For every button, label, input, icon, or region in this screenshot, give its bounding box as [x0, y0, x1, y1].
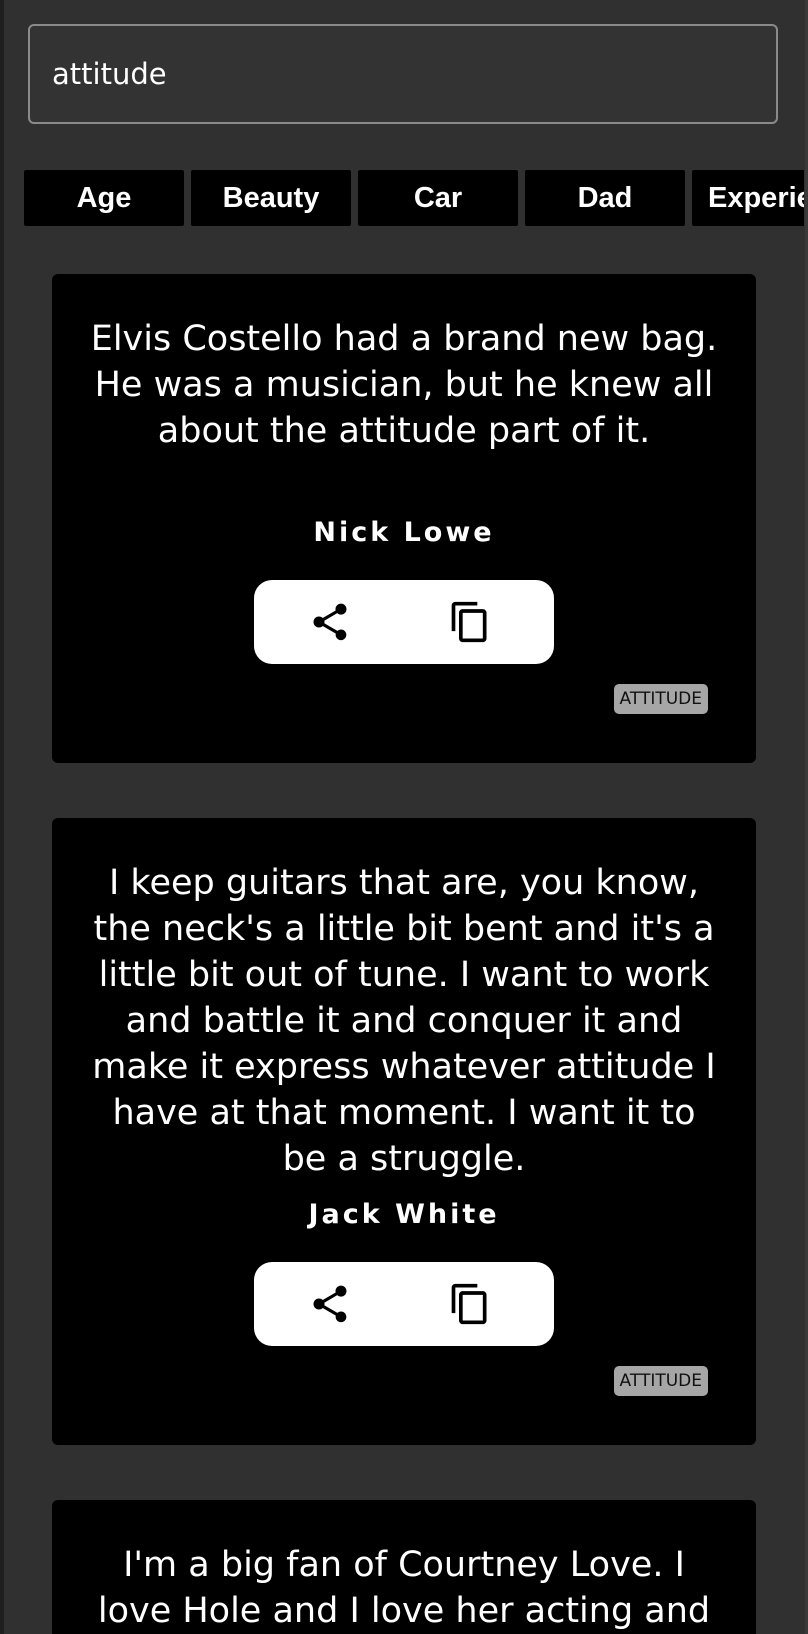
quote-text: I'm a big fan of Courtney Love. I love H…: [97, 1545, 711, 1631]
category-button-experience[interactable]: Experie: [692, 170, 804, 226]
quote-card: I keep guitars that are, you know, the n…: [52, 818, 756, 1445]
search-field[interactable]: [28, 24, 778, 124]
quote-tag[interactable]: ATTITUDE: [613, 684, 708, 714]
quote-text: I keep guitars that are, you know, the n…: [92, 863, 716, 1179]
quote-author: Jack White: [308, 1199, 500, 1230]
copy-icon[interactable]: [448, 1282, 492, 1326]
left-edge: [0, 0, 4, 1634]
quote-actions: [254, 580, 554, 664]
quote-card: I'm a big fan of Courtney Love. I love H…: [52, 1500, 756, 1634]
quote-text: Elvis Costello had a brand new bag. He w…: [90, 319, 718, 451]
quote-tag[interactable]: ATTITUDE: [613, 1366, 708, 1396]
quote-actions: [254, 1262, 554, 1346]
quote-card: Elvis Costello had a brand new bag. He w…: [52, 274, 756, 763]
category-bar: Age Beauty Car Dad Experie: [24, 170, 804, 226]
category-button-car[interactable]: Car: [358, 170, 518, 226]
quote-author: Nick Lowe: [313, 517, 495, 548]
category-button-age[interactable]: Age: [24, 170, 184, 226]
share-icon[interactable]: [308, 1282, 352, 1326]
search-input[interactable]: [52, 26, 752, 122]
category-button-dad[interactable]: Dad: [525, 170, 685, 226]
share-icon[interactable]: [308, 600, 352, 644]
copy-icon[interactable]: [448, 600, 492, 644]
category-button-beauty[interactable]: Beauty: [191, 170, 351, 226]
